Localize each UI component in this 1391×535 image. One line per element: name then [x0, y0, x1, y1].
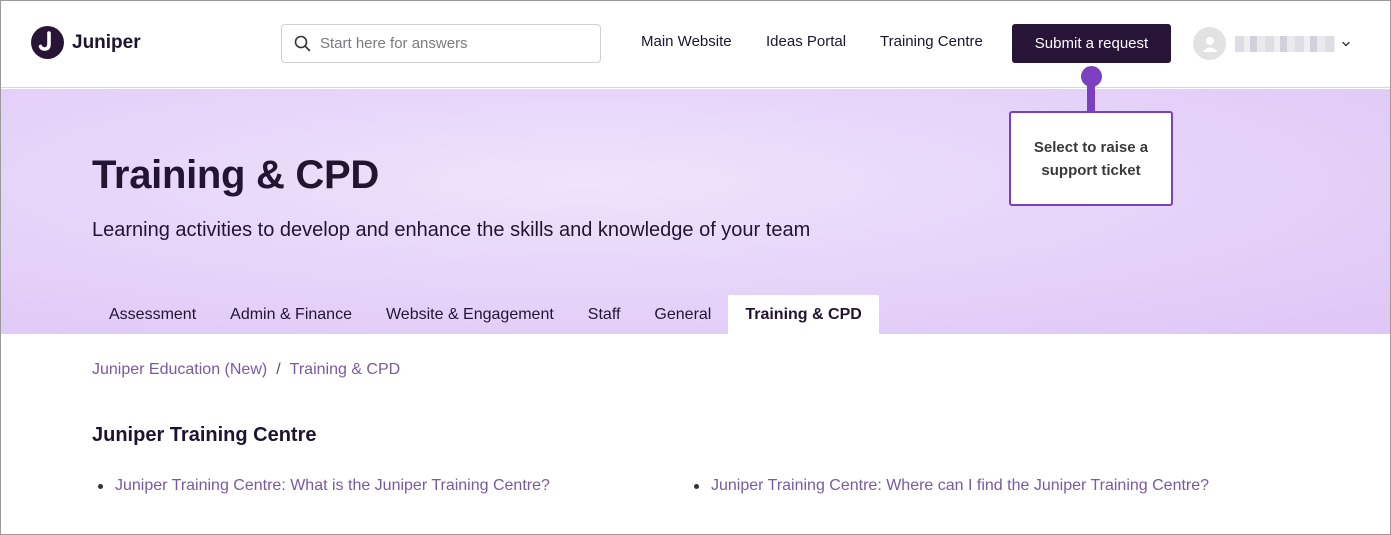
- user-name-redacted: [1235, 35, 1335, 52]
- bullet-icon: [98, 483, 103, 489]
- list-item: Juniper Training Centre: What is the Jun…: [98, 477, 550, 495]
- chevron-down-icon: [1342, 41, 1350, 46]
- juniper-logo-icon: [31, 26, 64, 59]
- nav-ideas-portal[interactable]: Ideas Portal: [766, 33, 846, 50]
- breadcrumb-item-training-cpd[interactable]: Training & CPD: [290, 361, 401, 379]
- breadcrumb-item-juniper-education[interactable]: Juniper Education (New): [92, 361, 267, 379]
- list-item: Juniper Training Centre: Where can I fin…: [694, 477, 1209, 495]
- callout-tooltip: Select to raise a support ticket: [1009, 111, 1173, 206]
- page-subtitle: Learning activities to develop and enhan…: [92, 219, 811, 241]
- search-icon: [294, 35, 311, 52]
- article-link-what-is[interactable]: Juniper Training Centre: What is the Jun…: [115, 477, 550, 495]
- brand-name: Juniper: [72, 31, 141, 53]
- article-link-where-find[interactable]: Juniper Training Centre: Where can I fin…: [711, 477, 1209, 495]
- tab-admin-finance[interactable]: Admin & Finance: [213, 295, 369, 334]
- page-title: Training & CPD: [92, 153, 379, 197]
- breadcrumb: Juniper Education (New) / Training & CPD: [92, 361, 400, 379]
- site-header: Juniper Main Website Ideas Portal Traini…: [1, 1, 1390, 88]
- callout-marker: [1081, 66, 1102, 87]
- tab-general[interactable]: General: [637, 295, 728, 334]
- nav-training-centre[interactable]: Training Centre: [880, 33, 983, 50]
- bullet-icon: [694, 483, 699, 489]
- user-avatar-icon: [1193, 27, 1226, 60]
- page-frame: Juniper Main Website Ideas Portal Traini…: [0, 0, 1391, 535]
- user-menu[interactable]: [1193, 27, 1351, 60]
- tab-staff[interactable]: Staff: [571, 295, 638, 334]
- search-input[interactable]: [320, 35, 580, 52]
- search-box[interactable]: [281, 24, 601, 63]
- tab-training-cpd[interactable]: Training & CPD: [728, 295, 879, 334]
- tab-assessment[interactable]: Assessment: [92, 295, 213, 334]
- submit-request-button[interactable]: Submit a request: [1012, 24, 1171, 63]
- category-tabs: Assessment Admin & Finance Website & Eng…: [92, 295, 879, 334]
- nav-main-website[interactable]: Main Website: [641, 33, 732, 50]
- tab-website-engagement[interactable]: Website & Engagement: [369, 295, 571, 334]
- section-title: Juniper Training Centre: [92, 424, 317, 446]
- breadcrumb-separator: /: [276, 361, 281, 378]
- brand-logo[interactable]: Juniper: [31, 26, 141, 59]
- hero-banner: Training & CPD Learning activities to de…: [1, 89, 1390, 334]
